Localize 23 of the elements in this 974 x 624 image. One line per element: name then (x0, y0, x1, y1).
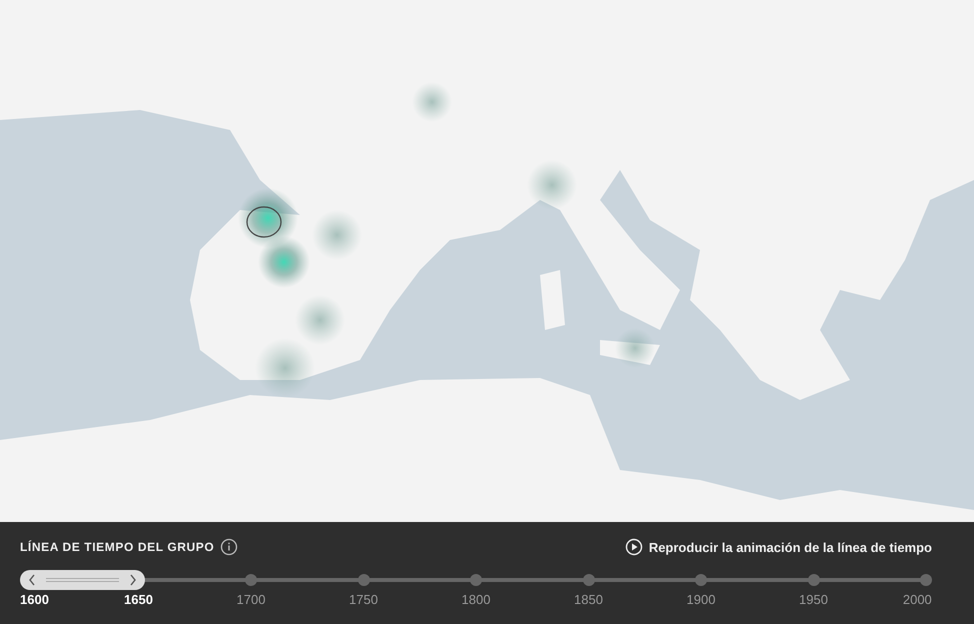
year-label: 1750 (349, 592, 378, 607)
year-label: 1600 (20, 592, 49, 607)
timeline-stop[interactable] (470, 574, 482, 586)
year-label: 1900 (686, 592, 716, 607)
year-label: 1800 (462, 592, 490, 607)
timeline-stop[interactable] (245, 574, 257, 586)
year-label: 1950 (799, 592, 828, 607)
year-label: 1850 (574, 592, 603, 607)
timeline-stop[interactable] (808, 574, 820, 586)
year-label: 2000 (902, 592, 932, 607)
chevron-right-icon (128, 574, 136, 586)
timeline-stop[interactable] (358, 574, 370, 586)
year-label: 1700 (236, 592, 266, 607)
timeline-stop[interactable] (582, 574, 594, 586)
timeline-stop[interactable] (920, 574, 932, 586)
play-animation-button[interactable]: Reproducir la animación de la línea de tiempo (624, 538, 932, 556)
year-label: 1650 (124, 592, 153, 607)
chevron-left-icon (28, 574, 36, 586)
timeline-stop[interactable] (695, 574, 707, 586)
range-handle[interactable] (20, 570, 144, 590)
info-icon[interactable] (220, 538, 238, 556)
timeline-title: LÍNEA DE TIEMPO DEL GRUPO (20, 540, 214, 554)
play-icon (624, 538, 643, 556)
